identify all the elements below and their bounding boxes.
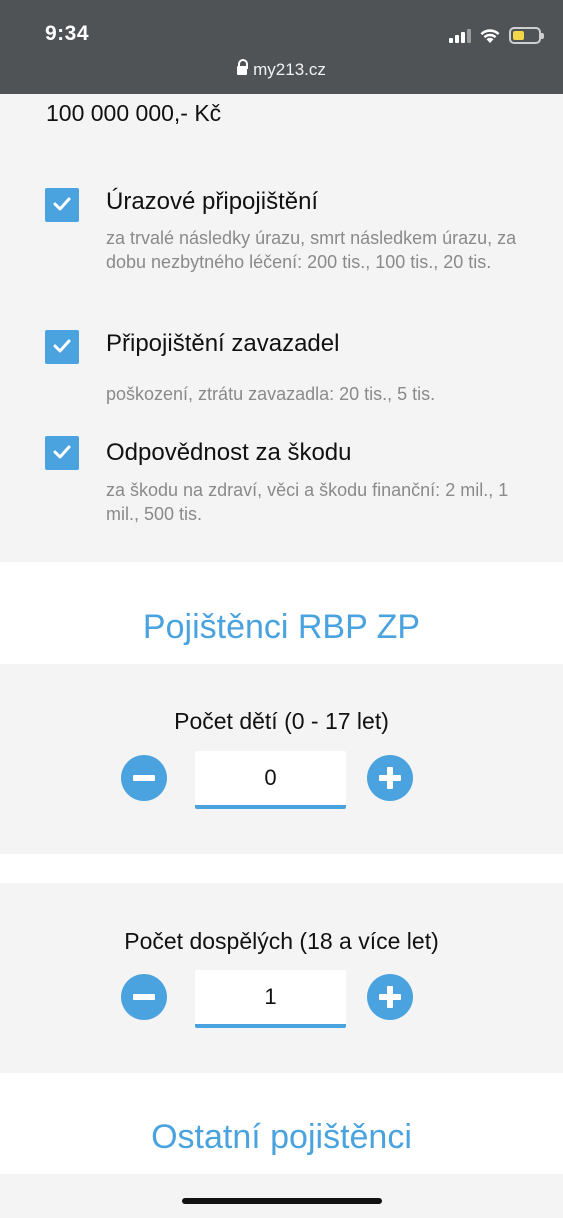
decrease-adults-button[interactable] — [121, 974, 167, 1020]
option-description: poškození, ztrátu zavazadla: 20 tis., 5 … — [106, 384, 436, 404]
lock-icon — [237, 59, 249, 75]
option-title: Odpovědnost za škodu — [106, 439, 352, 466]
option-title: Připojištění zavazadel — [106, 330, 340, 357]
wifi-icon — [480, 28, 500, 43]
status-time: 9:34 — [45, 22, 90, 45]
option-title: Úrazové připojištění — [106, 188, 319, 215]
insured-rbp-heading: Pojištěnci RBP ZP — [142, 608, 421, 646]
url-bar[interactable]: my213.cz — [0, 59, 563, 80]
children-label: Počet dětí (0 - 17 let) — [174, 708, 389, 734]
option-description: za škodu na zdraví, věci a škodu finančn… — [106, 480, 509, 524]
checkbox[interactable] — [45, 330, 79, 364]
url-text: my213.cz — [253, 60, 326, 79]
battery-icon — [509, 26, 544, 44]
decrease-children-button[interactable] — [121, 755, 167, 801]
coverage-amount: 100 000 000,- Kč — [46, 100, 222, 126]
other-insured-section — [0, 1174, 563, 1218]
signal-icon — [449, 27, 471, 43]
status-icons — [449, 24, 544, 46]
coverage-section: 100 000 000,- Kč Úrazové připojištění za… — [0, 94, 563, 562]
check-icon — [53, 197, 71, 211]
checkbox[interactable] — [45, 188, 79, 222]
other-insured-heading: Ostatní pojištěnci — [151, 1118, 412, 1156]
adults-label: Počet dospělých (18 a více let) — [124, 928, 439, 954]
home-indicator[interactable] — [182, 1198, 382, 1204]
increase-children-button[interactable] — [367, 755, 413, 801]
check-icon — [53, 339, 71, 353]
browser-top-bar: 9:34 my213.cz — [0, 0, 563, 94]
check-icon — [53, 445, 71, 459]
adults-count-input[interactable] — [195, 970, 346, 1028]
children-count-input[interactable] — [195, 751, 346, 809]
option-description: za trvalé následky úrazu, smrt následkem… — [106, 228, 517, 272]
adults-counter-section: Počet dospělých (18 a více let) — [0, 883, 563, 1073]
increase-adults-button[interactable] — [367, 974, 413, 1020]
checkbox[interactable] — [45, 436, 79, 470]
children-counter-section: Počet dětí (0 - 17 let) — [0, 664, 563, 854]
